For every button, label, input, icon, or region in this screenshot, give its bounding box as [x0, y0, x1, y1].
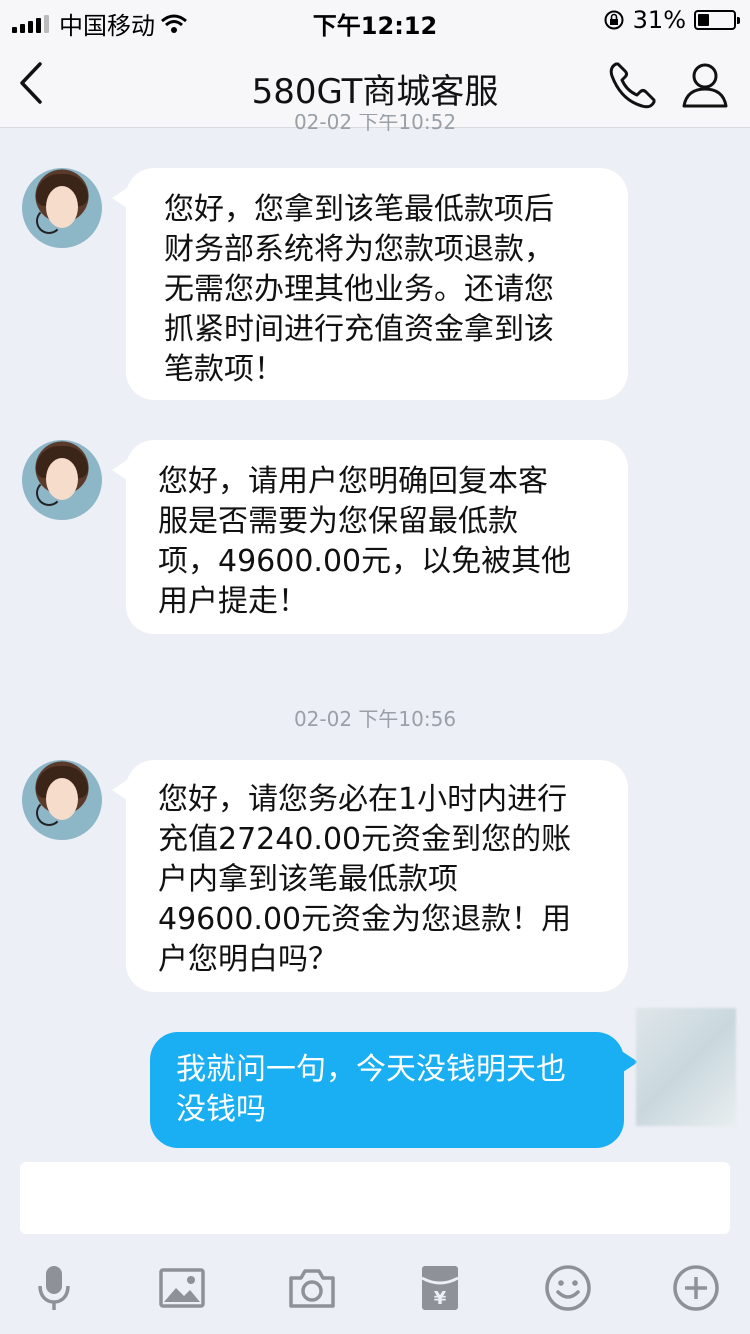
plus-icon[interactable] [670, 1262, 722, 1314]
message-bubble: 您好，您拿到该笔最低款项后 财务部系统将为您款项退款， 无需您办理其他业务。还请… [112, 168, 628, 400]
camera-icon[interactable] [286, 1262, 338, 1314]
message-text: 您好，请用户您明确回复本客 服是否需要为您保留最低款 项，49600.00元，以… [158, 464, 572, 619]
message-text: 我就问一句，今天没钱明天也 没钱吗 [176, 1052, 566, 1127]
input-area: ¥ [0, 1148, 750, 1334]
rotation-lock-icon [604, 10, 624, 30]
message-bubble: 您好，请您务必在1小时内进行 充值27240.00元资金到您的账 户内拿到该笔最… [112, 760, 628, 992]
red-packet-icon[interactable]: ¥ [414, 1262, 466, 1314]
my-avatar[interactable] [636, 1008, 736, 1126]
message-bubble: 您好，请用户您明确回复本客 服是否需要为您保留最低款 项，49600.00元，以… [112, 440, 628, 634]
svg-text:¥: ¥ [434, 1288, 447, 1309]
toolbar: ¥ [0, 1254, 750, 1324]
message-text: 您好，您拿到该笔最低款项后 财务部系统将为您款项退款， 无需您办理其他业务。还请… [164, 192, 554, 387]
user-icon[interactable] [680, 60, 730, 110]
image-icon[interactable] [156, 1262, 208, 1314]
battery-icon [694, 10, 740, 30]
message-input[interactable] [20, 1162, 730, 1234]
timestamp: 02-02 下午10:52 [293, 114, 457, 132]
battery-percent: 31% [632, 6, 686, 34]
agent-avatar[interactable] [22, 760, 102, 840]
emoji-icon[interactable] [542, 1262, 594, 1314]
my-message-bubble: 我就问一句，今天没钱明天也 没钱吗 [150, 1032, 638, 1148]
message-text: 您好，请您务必在1小时内进行 充值27240.00元资金到您的账 户内拿到该笔最… [158, 782, 572, 977]
timestamp: 02-02 下午10:56 [293, 707, 457, 731]
agent-avatar[interactable] [22, 168, 102, 248]
microphone-icon[interactable] [28, 1262, 80, 1314]
agent-avatar[interactable] [22, 440, 102, 520]
phone-icon[interactable] [606, 58, 660, 112]
status-bar: 中国移动 下午12:12 31% [0, 0, 750, 40]
